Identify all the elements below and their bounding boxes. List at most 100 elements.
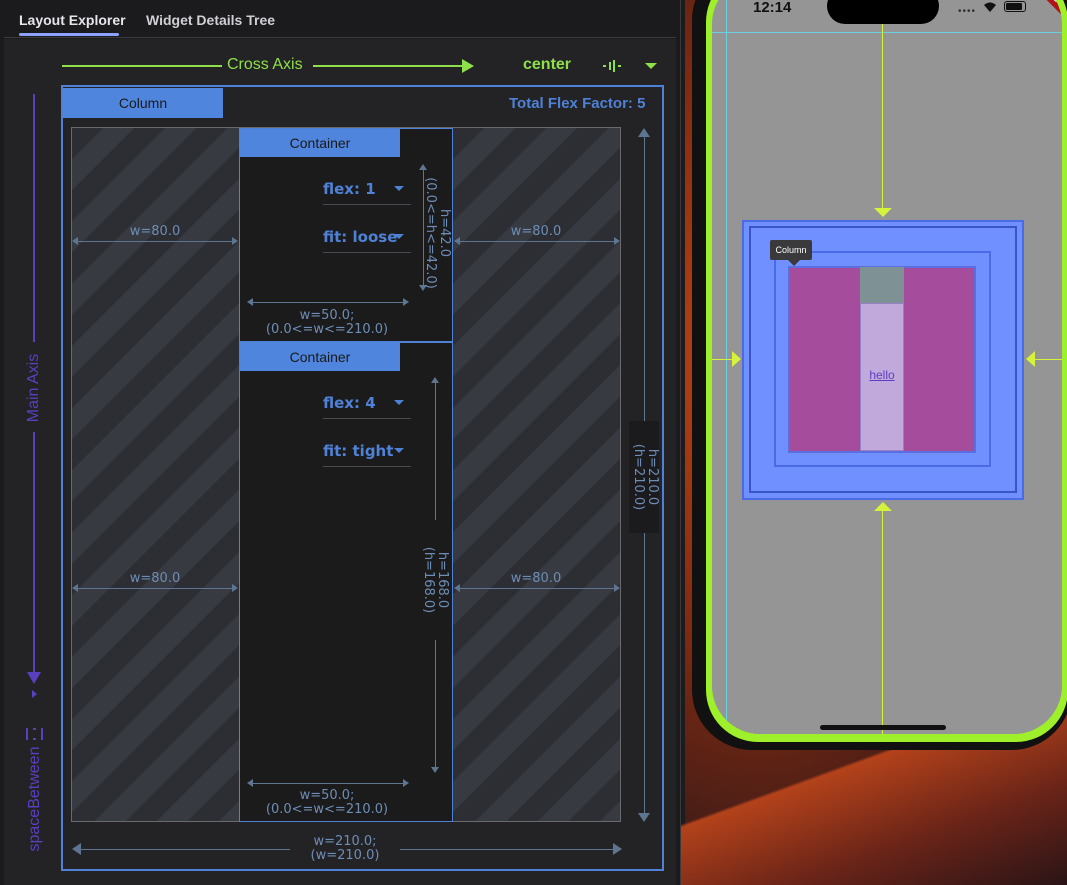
- tabs-divider: [4, 37, 676, 38]
- arrow-down-icon: [638, 813, 650, 822]
- safe-area-top-guide: [712, 32, 1062, 33]
- column-width-constraint: (w=210.0): [310, 848, 380, 863]
- layout-explorer-panel: Layout Explorer Widget Details Tree Cros…: [0, 0, 681, 885]
- cross-axis-center-icon[interactable]: [603, 59, 621, 73]
- tab-widget-details-tree[interactable]: Widget Details Tree: [146, 12, 275, 28]
- child-1-box[interactable]: [860, 267, 904, 303]
- dropdown-caret-icon[interactable]: [394, 234, 404, 239]
- main-axis-line-bottom: [33, 432, 35, 672]
- wifi-icon: [982, 0, 998, 12]
- left-space-1-width-label: w=80.0: [129, 224, 181, 239]
- guide-bottom-arrow-icon: [874, 502, 892, 511]
- main-axis-arrow-icon: [27, 672, 41, 684]
- container-1-fit-underline: [323, 252, 411, 253]
- container-1-fit-dropdown[interactable]: fit: loose: [323, 228, 397, 246]
- dynamic-island: [827, 0, 939, 24]
- container-2-width-line: [253, 783, 403, 784]
- arrow-right-icon: [614, 237, 620, 245]
- tab-layout-explorer[interactable]: Layout Explorer: [19, 12, 126, 28]
- arrow-right-icon: [403, 779, 409, 787]
- cross-axis-line-right: [313, 65, 463, 67]
- container-2-fit-dropdown[interactable]: fit: tight: [323, 442, 393, 460]
- arrow-up-icon: [419, 164, 427, 170]
- guide-top: [882, 24, 883, 212]
- container-2-width-label: w=50.0; (0.0<=w<=210.0): [240, 789, 414, 817]
- container-2-fit-underline: [323, 466, 411, 467]
- left-space-2-width-label: w=80.0: [129, 571, 181, 586]
- arrow-left-icon: [454, 584, 460, 592]
- active-tab-indicator: [19, 33, 119, 36]
- arrow-up-icon: [638, 128, 650, 137]
- container-2-width-constraint: (0.0<=w<=210.0): [265, 802, 389, 817]
- container-1-height-label: h=42.0 (0.0<=h<=42.0): [421, 175, 452, 291]
- status-time: 12:14: [753, 0, 792, 16]
- main-axis-alignment-value[interactable]: spaceBetween: [25, 744, 45, 854]
- guide-left-arrow-icon: [732, 351, 741, 367]
- arrow-right-icon: [614, 584, 620, 592]
- container-2-flex-underline: [323, 418, 411, 419]
- arrow-right-icon: [232, 584, 238, 592]
- cross-axis-line-left: [62, 65, 222, 67]
- right-space-1-width-label: w=80.0: [510, 224, 562, 239]
- cross-axis-dropdown-caret-icon[interactable]: [645, 63, 657, 69]
- main-axis-label: Main Axis: [25, 353, 42, 423]
- arrow-left-icon: [454, 237, 460, 245]
- container-1-height-value: h=42.0: [437, 208, 452, 258]
- container-1-flex-underline: [323, 204, 411, 205]
- container-2-tag[interactable]: Container: [240, 343, 400, 371]
- dropdown-caret-icon[interactable]: [394, 448, 404, 453]
- cross-axis-label: Cross Axis: [227, 56, 303, 73]
- main-axis-dropdown-caret-icon[interactable]: [32, 690, 37, 698]
- left-space-2-line: [78, 588, 232, 589]
- arrow-right-icon: [613, 843, 622, 855]
- column-width-value: w=210.0;: [313, 834, 377, 849]
- total-flex-factor: Total Flex Factor: 5: [509, 95, 646, 112]
- inspector-tooltip: Column: [770, 240, 812, 260]
- right-space-1-line: [460, 241, 614, 242]
- container-1-tag[interactable]: Container: [240, 129, 400, 157]
- arrow-down-icon: [431, 767, 439, 773]
- container-2-width-value: w=50.0;: [299, 788, 355, 803]
- arrow-right-icon: [232, 237, 238, 245]
- phone-screen[interactable]: 12:14 •••• BUG hello Column: [712, 0, 1062, 734]
- main-axis-line-top: [33, 94, 35, 342]
- guide-top-arrow-icon: [874, 208, 892, 217]
- right-space-2-line: [460, 588, 614, 589]
- guide-bottom: [882, 506, 883, 734]
- right-space-2-width-label: w=80.0: [510, 571, 562, 586]
- container-1-height-constraint: (0.0<=h<=42.0): [423, 177, 438, 289]
- column-width-label: w=210.0; (w=210.0): [290, 835, 400, 863]
- dropdown-caret-icon[interactable]: [394, 186, 404, 191]
- column-tag[interactable]: Column: [63, 88, 223, 118]
- dropdown-caret-icon[interactable]: [394, 400, 404, 405]
- column-height-label: h=210.0 (h=210.0): [629, 421, 660, 533]
- left-space-1-line: [78, 241, 232, 242]
- cross-axis-alignment-value[interactable]: center: [523, 56, 571, 74]
- arrow-left-icon: [247, 779, 253, 787]
- hello-text: hello: [869, 368, 895, 382]
- container-1-flex-dropdown[interactable]: flex: 1: [323, 180, 376, 198]
- column-height-value: h=210.0: [645, 448, 660, 506]
- arrow-left-icon: [72, 843, 81, 855]
- home-indicator[interactable]: [820, 725, 946, 730]
- guide-right-arrow-icon: [1026, 351, 1035, 367]
- container-2-flex-dropdown[interactable]: flex: 4: [323, 394, 376, 412]
- arrow-left-icon: [72, 584, 78, 592]
- arrow-right-icon: [403, 298, 409, 306]
- arrow-up-icon: [431, 377, 439, 383]
- main-axis-space-between-icon[interactable]: [26, 727, 44, 741]
- guide-right: [1034, 359, 1062, 360]
- cross-axis-arrow-icon: [462, 59, 474, 73]
- signal-icon: ••••: [958, 6, 977, 17]
- arrow-left-icon: [247, 298, 253, 306]
- arrow-left-icon: [72, 237, 78, 245]
- safe-area-left-guide: [726, 0, 727, 734]
- column-height-constraint: (h=210.0): [631, 443, 646, 511]
- container-2-height-value: h=168.0: [435, 551, 450, 609]
- battery-icon: [1004, 1, 1026, 12]
- container-2-height-constraint: (h=168.0): [421, 546, 436, 614]
- container-1-width-line: [253, 302, 403, 303]
- container-1-width-value: w=50.0;: [299, 308, 355, 323]
- container-2-height-label: h=168.0 (h=168.0): [419, 520, 450, 640]
- container-1-width-label: w=50.0; (0.0<=w<=210.0): [240, 309, 414, 337]
